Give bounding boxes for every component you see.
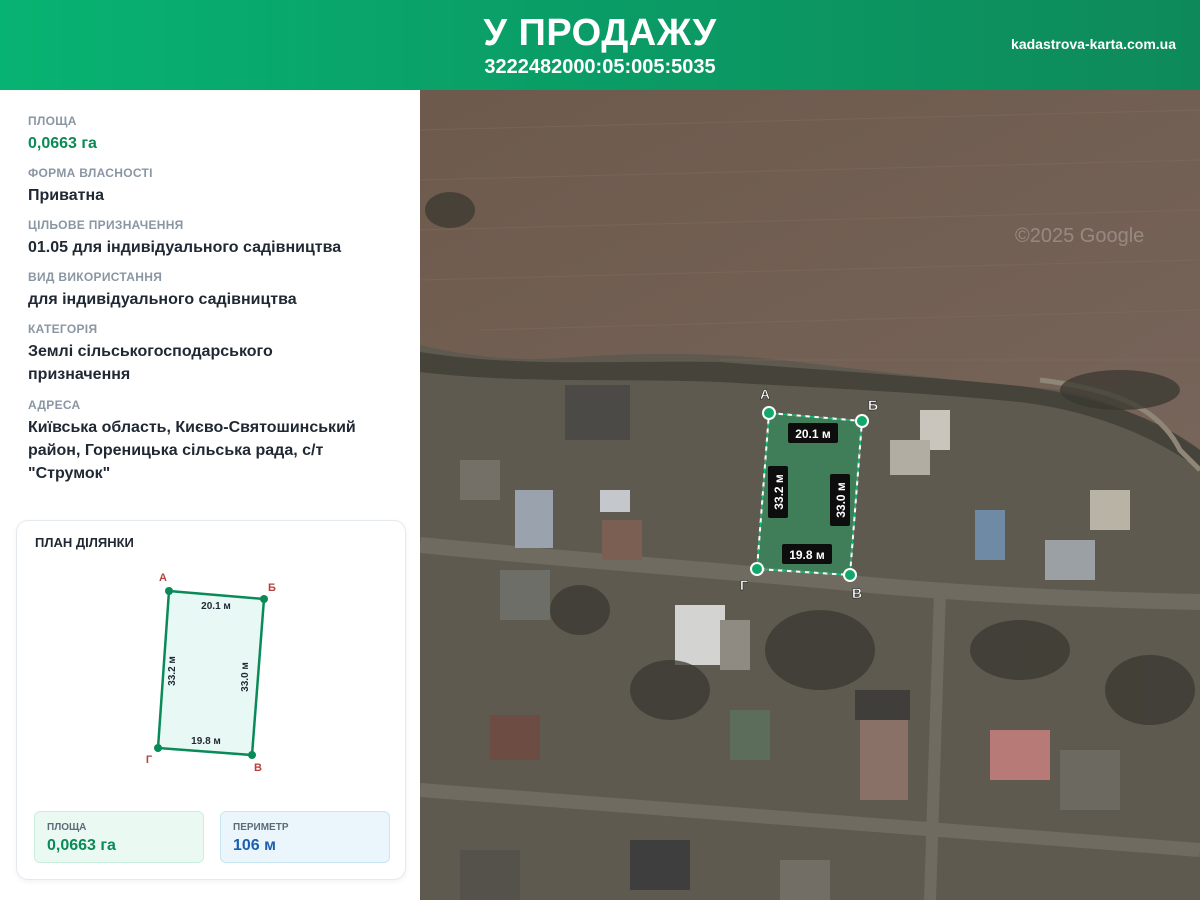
side-left-length: 33.2 м [167,656,178,686]
area-stat-label: ПЛОЩА [47,822,87,833]
map-vertex-a-label: А [760,386,770,402]
address-value-line: район, Гореницька сільська рада, с/т [28,442,324,459]
map-vertex-g-label: Г [740,577,748,593]
vertex-v-label: В [254,762,262,774]
map-vertex-b-marker[interactable] [855,414,869,428]
satellite-map-canvas[interactable]: ©2025 Google А Б В Г 20.1 м 19.8 м 33.2 … [420,90,1200,900]
usage-label: ВИД ВИКОРИСТАННЯ [28,270,163,284]
vertex-v-marker [248,751,256,759]
map-vertex-v-marker[interactable] [843,568,857,582]
perimeter-stat-box: ПЕРИМЕТР 106 м [220,811,390,863]
map-side-right-length: 33.0 м [834,482,848,518]
vertex-g-marker [154,744,162,752]
plot-plan-card: ПЛАН ДІЛЯНКИ А Б В Г 20.1 м 19.8 м 33.2 … [16,520,406,880]
address-field: АДРЕСА Київська область, Києво-Святошинс… [28,398,398,485]
ownership-value: Приватна [28,187,105,204]
category-value: Землі сільськогосподарського призначення [28,340,398,386]
side-right-badge: 33.0 м [830,474,850,526]
purpose-label: ЦІЛЬОВЕ ПРИЗНАЧЕННЯ [28,218,184,232]
ownership-label: ФОРМА ВЛАСНОСТІ [28,166,153,180]
map-watermark: ©2025 Google [1015,225,1144,247]
side-bottom-length: 19.8 м [191,736,221,747]
map-vertex-b-label: Б [868,397,878,413]
usage-field: ВИД ВИКОРИСТАННЯ для індивідуального сад… [28,270,398,311]
side-top-length: 20.1 м [201,601,231,612]
category-value-line: Землі сільськогосподарського [28,343,273,360]
area-label: ПЛОЩА [28,114,77,128]
area-stat-value: 0,0663 га [47,837,116,854]
map-vertex-v-label: В [852,585,862,601]
ownership-field: ФОРМА ВЛАСНОСТІ Приватна [28,166,398,207]
purpose-value: 01.05 для індивідуального садівництва [28,239,342,256]
info-panel: ПЛОЩА 0,0663 га ФОРМА ВЛАСНОСТІ Приватна… [0,90,420,900]
site-link[interactable]: kadastrova-karta.com.ua [1011,36,1176,52]
usage-value: для індивідуального садівництва [28,291,297,308]
area-value: 0,0663 га [28,135,97,152]
vertex-a-marker [165,587,173,595]
map-side-top-length: 20.1 м [795,427,831,441]
satellite-map[interactable]: ©2025 Google А Б В Г 20.1 м 19.8 м 33.2 … [420,90,1200,900]
vertex-b-marker [260,595,268,603]
address-value: Київська область, Києво-Святошинський ра… [28,416,398,485]
side-right-length: 33.0 м [240,662,251,692]
address-value-line: Київська область, Києво-Святошинський [28,419,356,436]
category-field: КАТЕГОРІЯ Землі сільськогосподарського п… [28,322,398,386]
vertex-b-label: Б [268,582,276,594]
vertex-g-label: Г [146,754,153,766]
category-label: КАТЕГОРІЯ [28,322,98,336]
side-left-badge: 33.2 м [768,466,788,518]
map-vertex-a-marker[interactable] [762,406,776,420]
vertex-a-label: А [159,572,167,584]
perimeter-stat-label: ПЕРИМЕТР [233,822,289,833]
header-banner: У ПРОДАЖУ 3222482000:05:005:5035 kadastr… [0,0,1200,90]
area-field: ПЛОЩА 0,0663 га [28,114,398,155]
purpose-field: ЦІЛЬОВЕ ПРИЗНАЧЕННЯ 01.05 для індивідуал… [28,218,398,259]
cadastral-number: 3222482000:05:005:5035 [484,56,716,78]
map-side-bottom-length: 19.8 м [789,548,825,562]
plot-plan-diagram: А Б В Г 20.1 м 19.8 м 33.2 м 33.0 м [146,572,276,774]
map-vertex-g-marker[interactable] [750,562,764,576]
area-stat-box: ПЛОЩА 0,0663 га [34,811,204,863]
address-label: АДРЕСА [28,398,81,412]
address-value-line: "Струмок" [28,465,111,482]
perimeter-stat-value: 106 м [233,837,276,854]
map-side-left-length: 33.2 м [772,474,786,510]
category-value-line: призначення [28,366,131,383]
